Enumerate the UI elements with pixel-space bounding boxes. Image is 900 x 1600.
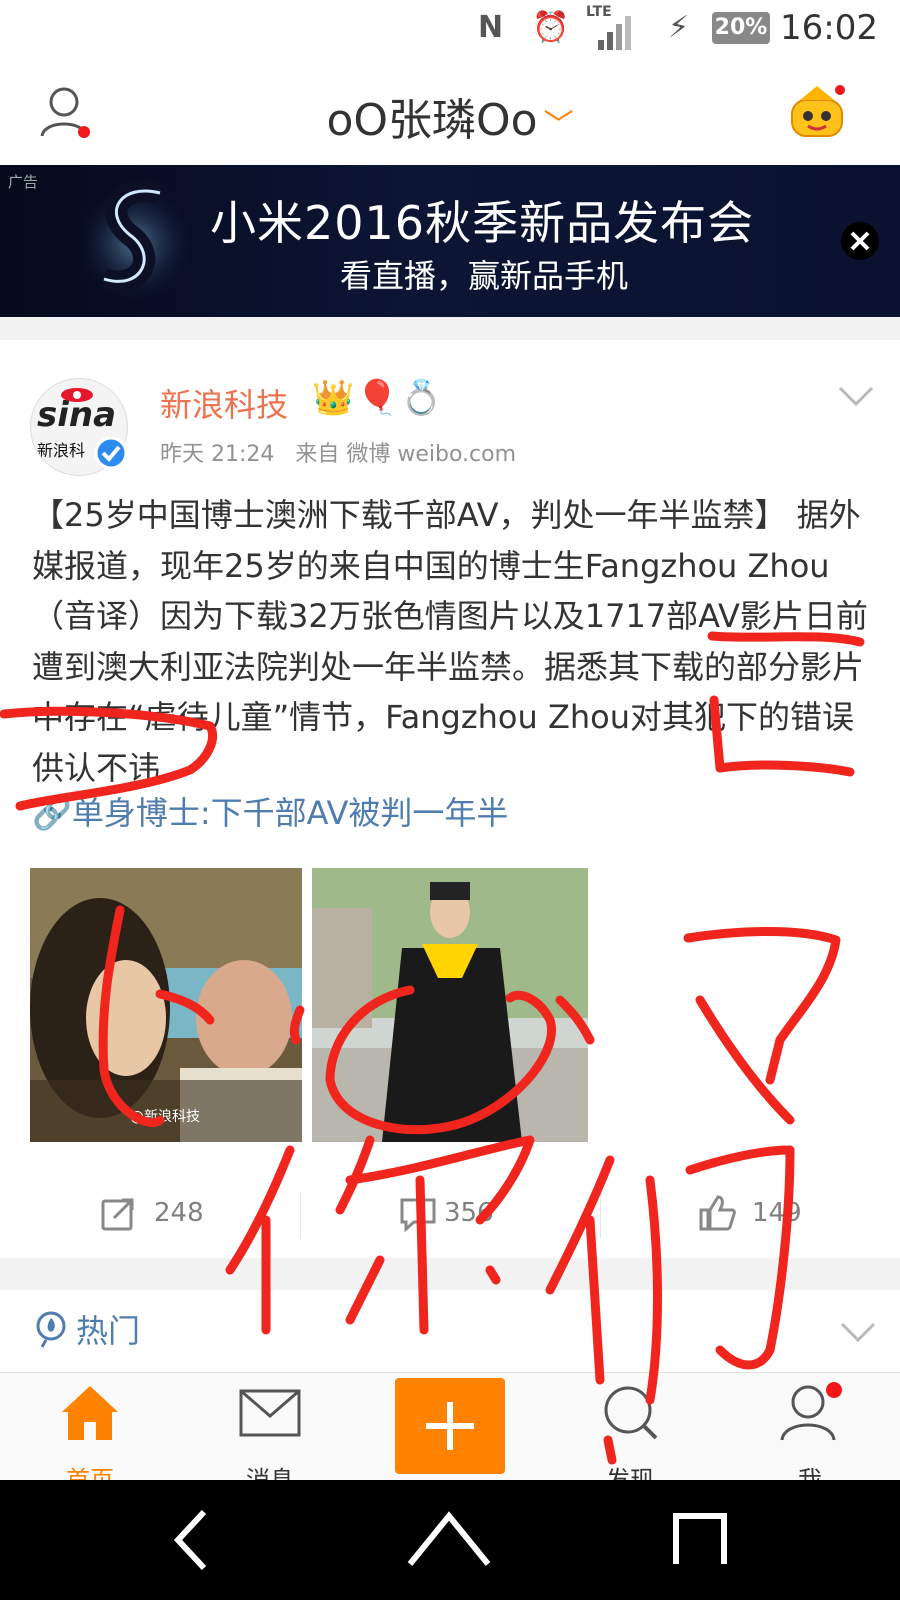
system-nav-bar: [0, 1480, 900, 1600]
hot-topic-icon: [36, 1311, 66, 1348]
page-title: oO张璘Oo: [326, 95, 538, 146]
verified-badge-icon: [94, 436, 128, 470]
close-icon[interactable]: [840, 221, 880, 261]
hot-section[interactable]: 热门: [0, 1290, 900, 1372]
signal-icon: [598, 16, 631, 50]
top-bar: oO张璘Oo ﹀: [0, 60, 900, 166]
post-image-1[interactable]: @新浪科技: [30, 868, 302, 1142]
ad-headline: 小米2016秋季新品发布会: [210, 196, 755, 250]
post-time: 昨天 21:24: [160, 442, 275, 467]
post-source: 来自 微博 weibo.com: [295, 442, 517, 467]
battery-level: 20%: [712, 12, 770, 44]
divider: [600, 1192, 601, 1238]
plus-icon: [426, 1402, 474, 1450]
account-switcher[interactable]: oO张璘Oo ﹀: [0, 84, 900, 148]
avatar-subtext: 新浪科: [37, 441, 86, 460]
author-name[interactable]: 新浪科技: [160, 380, 288, 426]
divider: [300, 1192, 301, 1238]
ring-badge-icon: 💍: [400, 378, 443, 418]
home-icon: [62, 1386, 118, 1440]
search-icon: [604, 1386, 658, 1440]
alarm-icon: ⏰: [532, 10, 570, 45]
recents-icon[interactable]: [672, 1512, 728, 1566]
mi-logo-icon: [80, 180, 190, 303]
radar-mascot-icon[interactable]: [784, 80, 850, 142]
article-link-text: 单身博士:下千部AV被判一年半: [71, 794, 509, 832]
post-image-2[interactable]: [312, 868, 588, 1142]
ad-subline: 看直播，赢新品手机: [340, 257, 629, 295]
ad-tag: 广告: [8, 173, 39, 191]
home-nav-icon[interactable]: [404, 1510, 494, 1570]
clock: 16:02: [780, 8, 878, 48]
nfc-icon: N: [478, 10, 504, 45]
status-bar: N ⏰ LTE ⚡ 20% 16:02: [0, 0, 900, 60]
post-body: 【25岁中国博士澳洲下载千部AV，判处一年半监禁】 据外媒报道，现年25岁的来自…: [32, 496, 868, 787]
photo-movie-scene: [30, 868, 302, 1142]
balloon-badge-icon: 🎈: [356, 378, 399, 418]
post-meta: 昨天 21:24 来自 微博 weibo.com: [160, 436, 516, 468]
photo-graduate: [312, 868, 588, 1142]
back-icon[interactable]: [170, 1508, 210, 1572]
like-count[interactable]: 149: [752, 1198, 802, 1228]
envelope-icon: [239, 1389, 301, 1437]
profile-icon: [780, 1382, 842, 1441]
comment-count[interactable]: 356: [444, 1198, 494, 1228]
compose-button[interactable]: [395, 1378, 505, 1474]
chevron-down-icon[interactable]: [840, 1320, 876, 1344]
charging-icon: ⚡: [668, 10, 690, 45]
sina-eye-icon: [61, 388, 93, 402]
post-menu-chevron-icon[interactable]: [838, 384, 874, 408]
repost-icon: [101, 1198, 134, 1231]
article-link[interactable]: 🔗单身博士:下千部AV被判一年半: [32, 788, 508, 834]
comment-icon: [400, 1198, 436, 1232]
crown-badge-icon: 👑: [312, 378, 355, 418]
link-icon: 🔗: [32, 794, 72, 832]
ad-banner[interactable]: 广告 小米2016秋季新品发布会 看直播，赢新品手机: [0, 165, 900, 317]
repost-count[interactable]: 248: [154, 1198, 204, 1228]
chevron-down-icon: ﹀: [543, 108, 574, 143]
like-icon: [699, 1195, 736, 1231]
image-watermark: @新浪科技: [130, 1109, 200, 1125]
hot-label: 热门: [76, 1312, 141, 1350]
